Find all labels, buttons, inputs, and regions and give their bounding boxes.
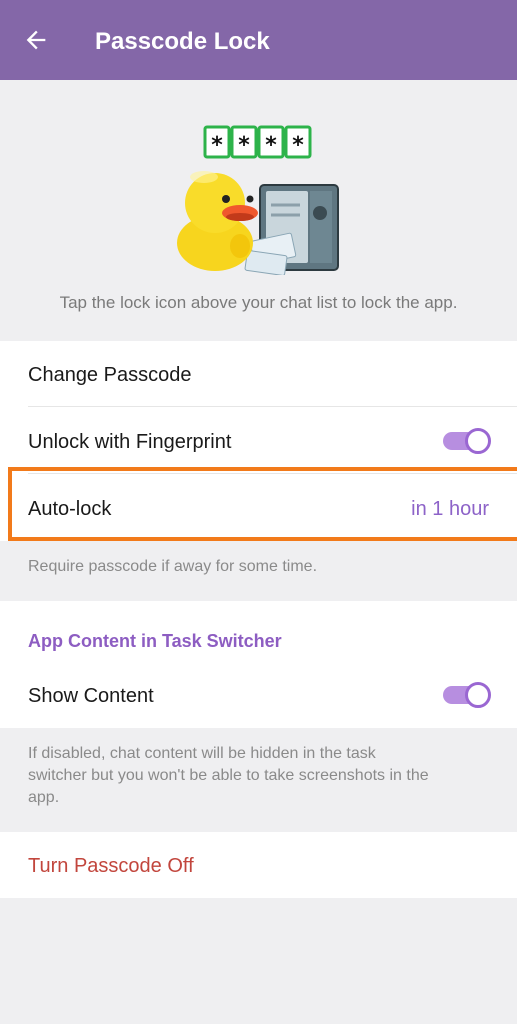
task-switcher-card: App Content in Task Switcher Show Conten… (0, 601, 517, 728)
change-passcode-label: Change Passcode (28, 364, 192, 386)
task-switcher-note-line: app. (28, 789, 60, 806)
show-content-label: Show Content (28, 685, 154, 707)
svg-text:*: * (265, 133, 277, 158)
hero-section: * * * * Tap the lock icon above your cha… (0, 80, 517, 340)
auto-lock-value: in 1 hour (411, 498, 489, 520)
svg-text:*: * (292, 133, 304, 158)
turn-off-card: Turn Passcode Off (0, 832, 517, 898)
show-content-toggle[interactable] (443, 682, 491, 708)
task-switcher-note: If disabled, chat content will be hidden… (28, 743, 498, 809)
svg-text:*: * (211, 133, 223, 158)
show-content-row[interactable]: Show Content (0, 662, 517, 728)
page-title: Passcode Lock (95, 28, 270, 55)
app-bar: Passcode Lock (0, 0, 517, 80)
svg-text:*: * (238, 133, 250, 158)
task-switcher-note-line: If disabled, chat content will be hidden… (28, 745, 376, 762)
auto-lock-row[interactable]: Auto-lock in 1 hour (0, 475, 517, 541)
passcode-boxes: * * * * (203, 125, 312, 159)
passcode-settings-card: Change Passcode Unlock with Fingerprint … (0, 341, 517, 541)
toggle-knob (465, 428, 491, 454)
turn-passcode-off-label: Turn Passcode Off (28, 855, 194, 877)
divider (28, 406, 517, 407)
unlock-fingerprint-row[interactable]: Unlock with Fingerprint (0, 408, 517, 474)
toggle-knob (465, 682, 491, 708)
task-switcher-note-line: switcher but you won't be able to take s… (28, 767, 429, 784)
turn-passcode-off-row[interactable]: Turn Passcode Off (0, 832, 517, 898)
arrow-left-icon[interactable] (22, 26, 50, 54)
auto-lock-label: Auto-lock (28, 498, 112, 520)
change-passcode-row[interactable]: Change Passcode (0, 341, 517, 407)
unlock-fingerprint-label: Unlock with Fingerprint (28, 431, 232, 453)
duck-with-safe-sticker-icon: * * * * (177, 125, 339, 275)
unlock-fingerprint-toggle[interactable] (443, 428, 491, 454)
auto-lock-note: Require passcode if away for some time. (28, 558, 318, 575)
lock-hint-text: Tap the lock icon above your chat list t… (59, 293, 458, 312)
divider (28, 473, 517, 474)
